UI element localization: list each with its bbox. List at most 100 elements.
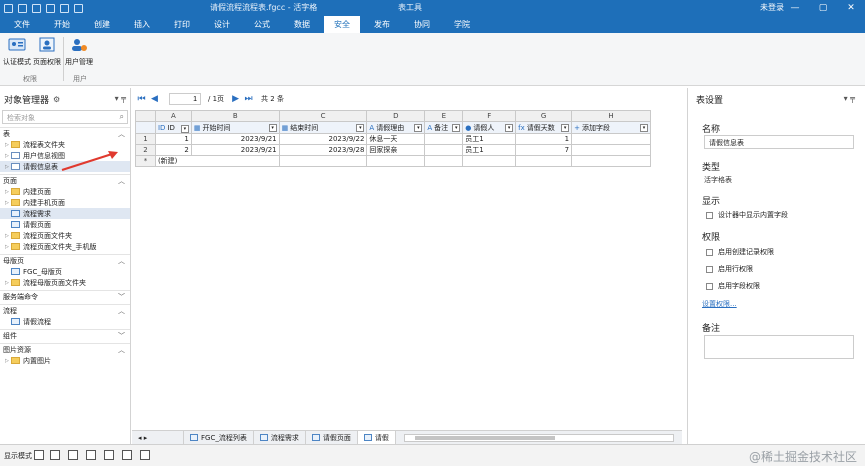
field-end-time[interactable]: ▦ 结束时间 ▾: [278, 121, 368, 134]
page-permission-button[interactable]: 页面权限: [32, 37, 62, 67]
checkbox-box[interactable]: [706, 211, 713, 219]
expand-icon[interactable]: ▷: [5, 164, 10, 170]
collapse-icon[interactable]: ︿: [118, 345, 125, 355]
cell-start-time[interactable]: 2023/9/21: [190, 133, 280, 145]
tab-nav-icon[interactable]: ◂ ▸: [138, 434, 147, 442]
field-leave-days[interactable]: fx 请假天数 ▾: [515, 121, 573, 134]
new-row[interactable]: * (新建): [135, 155, 651, 167]
cell-leave-days[interactable]: 1: [515, 133, 573, 145]
tab-data[interactable]: 数据: [284, 16, 320, 33]
notes-textarea[interactable]: [704, 335, 854, 359]
dropdown-icon[interactable]: ▾: [452, 123, 461, 132]
tab-formula[interactable]: 公式: [244, 16, 280, 33]
undo-icon[interactable]: [60, 3, 69, 13]
cell-empty[interactable]: [278, 155, 368, 167]
cell-icon[interactable]: [86, 450, 96, 460]
add-field-button[interactable]: + 添加字段 ▾: [571, 121, 651, 134]
row-permission-checkbox[interactable]: 启用行权限: [706, 264, 753, 274]
section-image-resources[interactable]: 图片资源 ︿: [0, 343, 130, 355]
last-page-icon[interactable]: ⏭: [244, 94, 253, 104]
auth-mode-button[interactable]: 认证模式: [2, 37, 32, 67]
cell-note[interactable]: [424, 133, 464, 145]
redo-icon[interactable]: [74, 3, 83, 13]
row-number[interactable]: 2: [135, 144, 156, 156]
tab-scroll-arrows[interactable]: ◂ ▸: [132, 430, 184, 445]
checkbox-box[interactable]: [706, 282, 713, 290]
save-icon[interactable]: [34, 450, 44, 460]
tab-print[interactable]: 打印: [164, 16, 200, 33]
scrollbar-thumb[interactable]: [415, 436, 555, 440]
expand-icon[interactable]: ▷: [5, 189, 10, 195]
tree-item-process-page-folder[interactable]: ▷ 流程页面文件夹: [0, 230, 130, 241]
column-header-c[interactable]: C: [278, 110, 368, 122]
tree-item-process-master-folder[interactable]: ▷ 流程母版页面文件夹: [0, 277, 130, 288]
tree-item-process-page-folder-mobile[interactable]: ▷ 流程页面文件夹_手机版: [0, 241, 130, 252]
table-row[interactable]: 1 1 2023/9/21 2023/9/22 休息一天 员工1 1: [135, 133, 651, 145]
corner-cell[interactable]: [135, 110, 156, 122]
next-page-icon[interactable]: ▶: [231, 94, 240, 104]
section-server-commands[interactable]: 服务端命令 ﹀: [0, 290, 130, 302]
cell-empty[interactable]: [571, 155, 651, 167]
tab-security[interactable]: 安全: [324, 16, 360, 33]
collapse-icon[interactable]: ︿: [118, 256, 125, 266]
dropdown-icon[interactable]: ▾: [268, 123, 277, 132]
cell-empty[interactable]: [571, 144, 651, 156]
dropdown-icon[interactable]: ▾: [356, 123, 365, 132]
table-row[interactable]: 2 2 2023/9/21 2023/9/28 回家探亲 员工1 7: [135, 144, 651, 156]
tree-item-builtin-mobile-pages[interactable]: ▷ 内建手机页面: [0, 197, 130, 208]
user-management-button[interactable]: 用户管理: [64, 37, 94, 67]
expand-icon[interactable]: ▷: [5, 358, 10, 364]
field-note[interactable]: A 备注 ▾: [424, 121, 464, 134]
tree-item-process-table-folder[interactable]: ▷ 流程表文件夹: [0, 139, 130, 150]
create-record-permission-checkbox[interactable]: 启用创建记录权限: [706, 247, 774, 257]
new-row-label[interactable]: (新建): [154, 155, 280, 167]
cell-leave-days[interactable]: 7: [515, 144, 573, 156]
tree-item-process-requirement[interactable]: 流程需求: [0, 208, 130, 219]
expand-icon[interactable]: ▷: [5, 200, 10, 206]
close-button[interactable]: ✕: [837, 0, 865, 16]
horizontal-scrollbar[interactable]: [404, 434, 674, 442]
gear-icon[interactable]: ⚙: [53, 95, 60, 104]
dropdown-icon[interactable]: ▾: [505, 123, 514, 132]
tab-collab[interactable]: 协同: [404, 16, 440, 33]
select-icon[interactable]: [122, 450, 132, 460]
doc-tab-leave-page[interactable]: 请假页面: [306, 430, 358, 445]
cell-applicant[interactable]: 员工1: [462, 144, 517, 156]
cell-start-time[interactable]: 2023/9/21: [190, 144, 280, 156]
field-id[interactable]: ID ID ▾: [154, 121, 192, 134]
section-master-pages[interactable]: 母版页 ︿: [0, 254, 130, 266]
cell-empty[interactable]: [462, 155, 517, 167]
minimize-button[interactable]: —: [781, 0, 809, 16]
maximize-button[interactable]: ▢: [809, 0, 837, 16]
cell-id[interactable]: 2: [154, 144, 192, 156]
cell-applicant[interactable]: 员工1: [462, 133, 517, 145]
cell-reason[interactable]: 回家探亲: [366, 144, 426, 156]
first-page-icon[interactable]: ⏮: [137, 94, 146, 104]
tab-home[interactable]: 开始: [44, 16, 80, 33]
expand-icon[interactable]: ﹀: [118, 331, 125, 341]
dropdown-icon[interactable]: ▾: [414, 123, 423, 132]
layout-icon[interactable]: [104, 450, 114, 460]
column-header-e[interactable]: E: [424, 110, 464, 122]
table-name-field[interactable]: 请假信息表: [704, 135, 854, 149]
pin-icon[interactable]: ▾ ╤: [115, 94, 126, 103]
tree-item-builtin-pages[interactable]: ▷ 内建页面: [0, 186, 130, 197]
checkbox-box[interactable]: [706, 265, 713, 273]
grid-icon[interactable]: [50, 450, 60, 460]
cell-note[interactable]: [424, 144, 464, 156]
save-icon[interactable]: [32, 3, 41, 13]
field-permission-checkbox[interactable]: 启用字段权限: [706, 281, 760, 291]
cell-reason[interactable]: 休息一天: [366, 133, 426, 145]
column-header-f[interactable]: F: [462, 110, 517, 122]
tree-item-fgc-master[interactable]: FGC_母版页: [0, 266, 130, 277]
row-number[interactable]: 1: [135, 133, 156, 145]
section-tables[interactable]: 表 ︿: [0, 127, 130, 139]
folder-icon[interactable]: [18, 3, 27, 13]
collapse-icon[interactable]: ︿: [118, 129, 125, 139]
doc-tab-fgc-process-list[interactable]: FGC_流程列表: [184, 430, 254, 445]
doc-tab-process-requirement[interactable]: 流程需求: [254, 430, 306, 445]
cell-empty[interactable]: [366, 155, 426, 167]
prev-page-icon[interactable]: ◀: [150, 94, 159, 104]
dropdown-icon[interactable]: ▾: [561, 123, 570, 132]
column-header-a[interactable]: A: [154, 110, 192, 122]
